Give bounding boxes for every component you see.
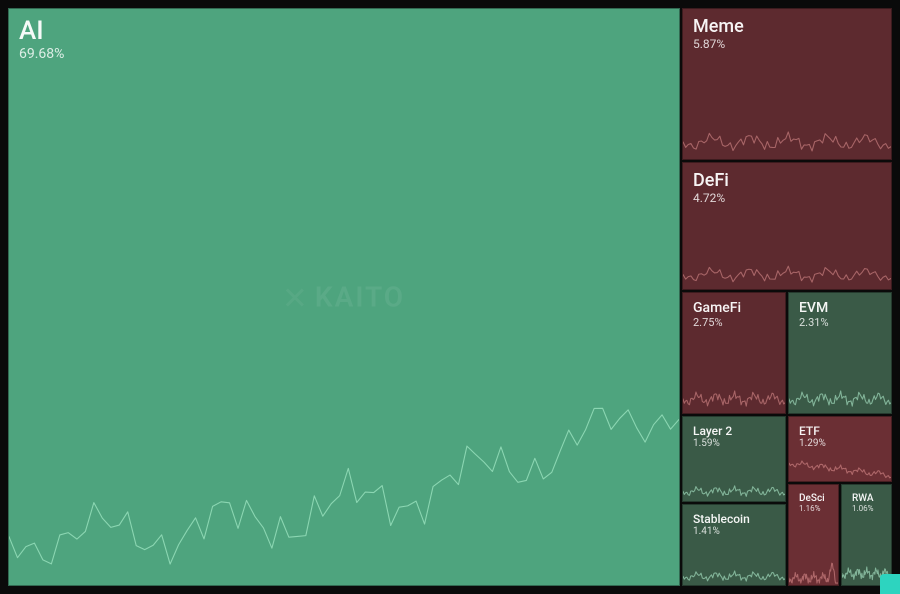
narrative-treemap: AI69.68%KAITOMeme5.87%DeFi4.72%GameFi2.7… — [0, 0, 900, 594]
tile-name: ETF — [799, 425, 826, 438]
tile-name: DeFi — [693, 171, 729, 191]
tile-name: Stablecoin — [693, 513, 750, 526]
sparkline — [9, 366, 679, 585]
tile-stablecoin[interactable]: Stablecoin1.41% — [682, 504, 786, 586]
tile-name: Meme — [693, 17, 744, 37]
sparkline — [683, 241, 891, 289]
tile-percent: 2.31% — [799, 316, 829, 329]
tile-name: EVM — [799, 301, 829, 316]
tile-name: DeSci — [799, 493, 825, 504]
tile-percent: 69.68% — [19, 46, 64, 63]
tile-meme[interactable]: Meme5.87% — [682, 8, 892, 160]
tile-percent: 5.87% — [693, 37, 744, 51]
brand-watermark: KAITO — [283, 281, 405, 314]
sparkline — [683, 367, 785, 413]
tile-percent: 4.72% — [693, 191, 729, 205]
tile-gamefi[interactable]: GameFi2.75% — [682, 292, 786, 414]
tile-percent: 2.75% — [693, 316, 741, 329]
corner-accent — [880, 574, 900, 594]
tile-evm[interactable]: EVM2.31% — [788, 292, 892, 414]
tile-rwa[interactable]: RWA1.06% — [841, 484, 892, 586]
tile-desci[interactable]: DeSci1.16% — [788, 484, 839, 586]
tile-name: Layer 2 — [693, 425, 732, 438]
tile-defi[interactable]: DeFi4.72% — [682, 162, 892, 290]
brand-icon — [283, 285, 307, 309]
sparkline — [789, 367, 891, 413]
tile-name: AI — [19, 17, 64, 46]
tile-etf[interactable]: ETF1.29% — [788, 416, 892, 482]
sparkline — [789, 457, 891, 481]
tile-percent: 1.41% — [693, 526, 750, 538]
sparkline — [789, 547, 838, 585]
tile-percent: 1.59% — [693, 438, 732, 450]
tile-percent: 1.29% — [799, 438, 826, 450]
sparkline — [683, 555, 785, 585]
tile-layer2[interactable]: Layer 21.59% — [682, 416, 786, 502]
brand-text: KAITO — [315, 281, 405, 314]
sparkline — [683, 469, 785, 501]
tile-name: RWA — [852, 493, 874, 504]
tile-percent: 1.06% — [852, 504, 874, 514]
tile-name: GameFi — [693, 301, 741, 316]
tile-percent: 1.16% — [799, 504, 825, 514]
sparkline — [683, 102, 891, 159]
tile-ai[interactable]: AI69.68% KAITO — [8, 8, 680, 586]
